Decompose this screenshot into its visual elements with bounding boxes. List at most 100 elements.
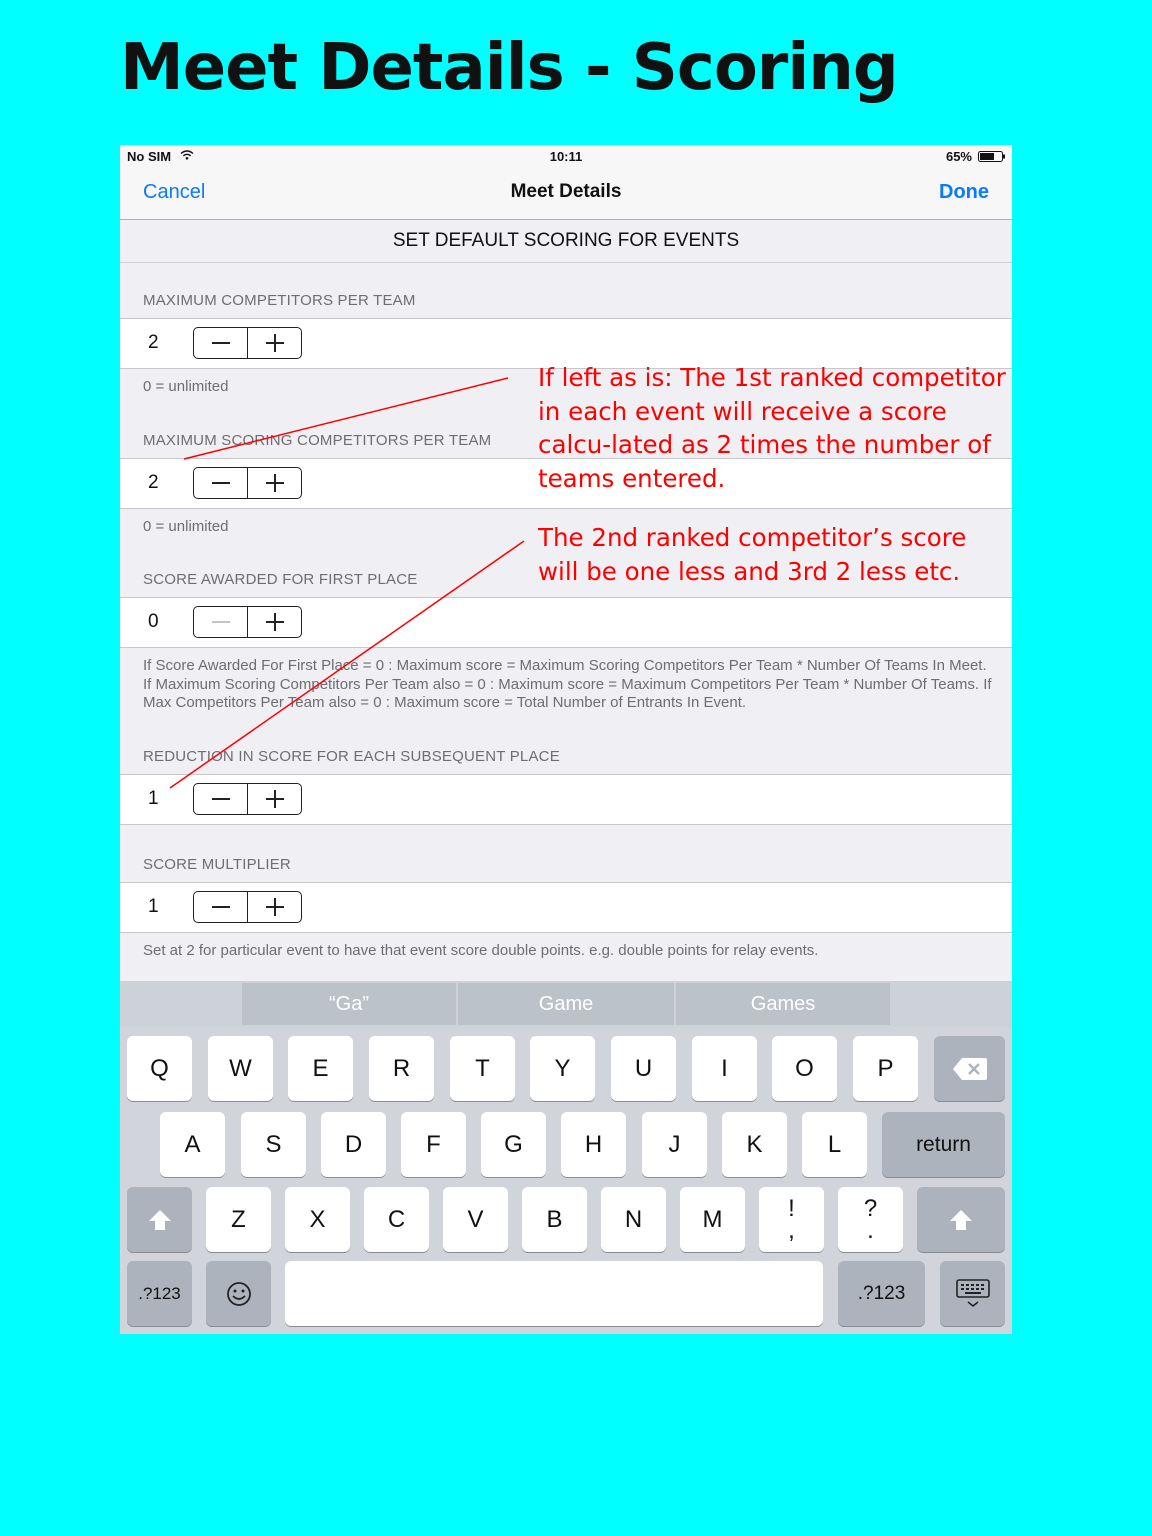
decrement-button-disabled[interactable] — [194, 607, 247, 637]
key-m[interactable]: M — [680, 1187, 745, 1252]
delete-icon — [952, 1057, 987, 1080]
section-header-max-competitors: MAXIMUM COMPETITORS PER TEAM — [143, 292, 416, 309]
increment-button[interactable] — [247, 892, 301, 922]
key-l[interactable]: L — [802, 1112, 867, 1177]
suggestion-literal[interactable]: “Ga” — [242, 983, 456, 1025]
score-multiplier-value: 1 — [148, 896, 159, 917]
nav-title: Meet Details — [510, 181, 622, 202]
key-b[interactable]: B — [522, 1187, 587, 1252]
max-scoring-competitors-value: 2 — [148, 472, 159, 493]
space-bar[interactable] — [285, 1261, 823, 1326]
section-header-score-multiplier: SCORE MULTIPLIER — [143, 856, 291, 873]
footer-score-multiplier: Set at 2 for particular event to have th… — [143, 942, 819, 959]
shift-key-left[interactable] — [127, 1187, 192, 1252]
status-time: 10:11 — [549, 149, 583, 164]
decrement-button[interactable] — [194, 468, 247, 498]
navigation-bar: Cancel Meet Details Done — [120, 167, 1012, 220]
key-exclaim-comma[interactable]: ! , — [759, 1187, 824, 1252]
decrement-button[interactable] — [194, 784, 247, 814]
key-p[interactable]: P — [853, 1036, 918, 1101]
max-competitors-stepper — [193, 327, 302, 359]
key-n[interactable]: N — [601, 1187, 666, 1252]
shift-icon — [950, 1209, 972, 1230]
key-v[interactable]: V — [443, 1187, 508, 1252]
annotation-first-place: If left as is: The 1st ranked competitor… — [538, 363, 1006, 493]
minus-icon — [211, 798, 230, 800]
plus-icon — [265, 898, 284, 916]
suggestion-games[interactable]: Games — [676, 983, 890, 1025]
key-h[interactable]: H — [561, 1112, 626, 1177]
minus-icon — [211, 482, 230, 484]
key-z[interactable]: Z — [206, 1187, 271, 1252]
plus-icon — [265, 790, 284, 808]
numbers-key-right[interactable]: .?123 — [838, 1261, 925, 1326]
section-header-max-scoring-competitors: MAXIMUM SCORING COMPETITORS PER TEAM — [143, 432, 492, 449]
key-u[interactable]: U — [611, 1036, 676, 1101]
shift-icon — [148, 1209, 171, 1230]
key-s[interactable]: S — [241, 1112, 306, 1177]
key-t[interactable]: T — [450, 1036, 515, 1101]
plus-icon — [265, 474, 284, 492]
suggestion-bar: “Ga” Game Games — [120, 981, 1012, 1027]
row-score-multiplier: 1 — [120, 882, 1012, 933]
key-period-label: . — [867, 1216, 874, 1244]
minus-icon — [211, 621, 230, 623]
hide-keyboard-icon — [955, 1278, 990, 1307]
key-k[interactable]: K — [722, 1112, 787, 1177]
key-d[interactable]: D — [321, 1112, 386, 1177]
shift-key-right[interactable] — [917, 1187, 1005, 1252]
minus-icon — [211, 906, 230, 908]
key-c[interactable]: C — [364, 1187, 429, 1252]
minus-icon — [211, 342, 230, 344]
key-x[interactable]: X — [285, 1187, 350, 1252]
row-first-place-score: 0 — [120, 597, 1012, 648]
annotation-subsequent-places: The 2nd ranked competitor’s score will b… — [538, 523, 967, 586]
reduction-value: 1 — [148, 788, 159, 809]
key-e[interactable]: E — [288, 1036, 353, 1101]
section-header-first-place-score: SCORE AWARDED FOR FIRST PLACE — [143, 571, 418, 588]
ipad-screen: No SIM 10:11 65% Cancel Meet Details Don… — [120, 145, 1012, 1334]
row-reduction: 1 — [120, 774, 1012, 825]
increment-button[interactable] — [247, 328, 301, 358]
delete-key[interactable] — [934, 1036, 1005, 1101]
score-multiplier-stepper — [193, 891, 302, 923]
key-y[interactable]: Y — [530, 1036, 595, 1101]
key-a[interactable]: A — [160, 1112, 225, 1177]
increment-button[interactable] — [247, 468, 301, 498]
key-g[interactable]: G — [481, 1112, 546, 1177]
numbers-key-left[interactable]: .?123 — [127, 1261, 192, 1326]
first-place-score-value: 0 — [148, 611, 159, 632]
battery-icon — [978, 151, 1005, 162]
status-bar: No SIM 10:11 65% — [120, 145, 1012, 167]
hide-keyboard-key[interactable] — [940, 1261, 1005, 1326]
suggestion-game[interactable]: Game — [458, 983, 674, 1025]
key-o[interactable]: O — [772, 1036, 837, 1101]
battery-percent: 65% — [945, 149, 972, 164]
key-r[interactable]: R — [369, 1036, 434, 1101]
max-competitors-value: 2 — [148, 332, 159, 353]
key-j[interactable]: J — [642, 1112, 707, 1177]
section-header-reduction: REDUCTION IN SCORE FOR EACH SUBSEQUENT P… — [143, 748, 560, 765]
on-screen-keyboard: “Ga” Game Games Q W E R T Y U I O P A S … — [120, 981, 1012, 1334]
section-subheader: SET DEFAULT SCORING FOR EVENTS — [120, 220, 1012, 263]
page-heading: Meet Details - Scoring — [120, 31, 899, 105]
key-comma-label: , — [788, 1216, 795, 1244]
increment-button[interactable] — [247, 607, 301, 637]
decrement-button[interactable] — [194, 892, 247, 922]
key-f[interactable]: F — [401, 1112, 466, 1177]
reduction-stepper — [193, 783, 302, 815]
emoji-icon — [226, 1281, 251, 1306]
increment-button[interactable] — [247, 784, 301, 814]
key-question-period[interactable]: ? . — [838, 1187, 903, 1252]
decrement-button[interactable] — [194, 328, 247, 358]
emoji-key[interactable] — [206, 1261, 271, 1326]
key-q[interactable]: Q — [127, 1036, 192, 1101]
footer-max-competitors: 0 = unlimited — [143, 378, 229, 395]
return-key[interactable]: return — [882, 1112, 1005, 1177]
key-w[interactable]: W — [208, 1036, 273, 1101]
key-i[interactable]: I — [692, 1036, 757, 1101]
plus-icon — [265, 334, 284, 352]
plus-icon — [265, 613, 284, 631]
done-button[interactable]: Done — [939, 181, 989, 204]
first-place-score-stepper — [193, 606, 302, 638]
